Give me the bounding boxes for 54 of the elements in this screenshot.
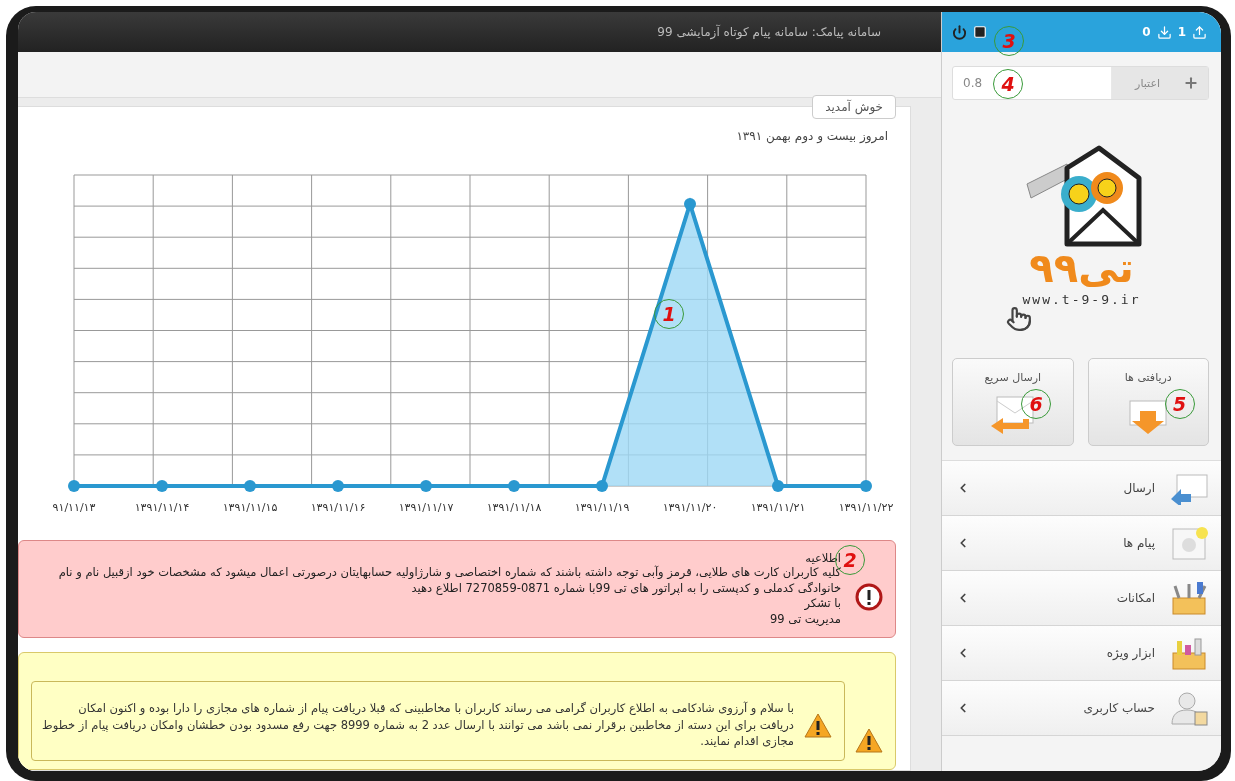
exclamation-icon xyxy=(855,583,883,611)
user-icon xyxy=(1169,690,1209,726)
counter-text: 0 xyxy=(1142,25,1151,39)
square-icon[interactable] xyxy=(973,25,987,39)
warning-icon xyxy=(855,727,883,754)
envelope-arrow-icon xyxy=(1169,471,1209,505)
data-point xyxy=(332,480,344,492)
today-date: امروز بیست و دوم بهمن ۱۳۹۱ xyxy=(735,128,889,143)
data-point xyxy=(772,480,784,492)
notice-text: با تشکر xyxy=(803,596,841,612)
axis-label: ۱۳۹۱/۱۱/۲۰ xyxy=(662,501,718,514)
axis-label: ۱۳۹۱/۱۱/۲۲ xyxy=(838,501,894,514)
menu-item[interactable]: پیام ها xyxy=(942,516,1221,571)
menu-item[interactable]: ابزار ویژه xyxy=(942,626,1221,681)
data-point xyxy=(596,480,608,492)
notice-title: اطلاعیه xyxy=(804,551,841,565)
hand-cursor-icon xyxy=(1006,306,1032,332)
toolbox-icon xyxy=(1169,580,1209,616)
axis-label: ۱۳۹۱/۱۱/۱۹ xyxy=(574,501,630,514)
download-icon[interactable] xyxy=(1156,24,1172,40)
logo-wordmark: تی۹۹ xyxy=(1029,247,1134,288)
power-icon[interactable] xyxy=(952,24,967,40)
axis-label: ۱۳۹۱/۱۱/۱۵ xyxy=(222,501,278,514)
axis-label: ۹۱/۱۱/۱۳ xyxy=(52,501,96,514)
axis-label: ۱۳۹۱/۱۱/۱۴ xyxy=(134,501,190,514)
data-point xyxy=(156,480,168,492)
axis-label: ۱۳۹۱/۱۱/۱۸ xyxy=(486,501,542,514)
data-point xyxy=(68,480,80,492)
notice-text: کلیه کاربران کارت های طلایی، قرمز وآبی توجه داشته باشند که شماره اختصاصی و شارژاولیه حسابهایتان درصورتی اعمال میشود که مشخصات خود ازقبیل نام و نام خانوادگی کدملی و کدپستی را به اپراتور های تی 99با شماره 0871-7270859 اطلاع دهید xyxy=(57,565,841,597)
toolbox-icon xyxy=(1169,635,1209,671)
axis-label: ۱۳۹۱/۱۱/۱۶ xyxy=(310,501,366,514)
menu-item[interactable]: امکانات xyxy=(942,571,1221,626)
data-point xyxy=(860,480,872,492)
credit-label: اعتبار xyxy=(1111,67,1174,99)
credit-value: 0.8 xyxy=(963,75,983,92)
website-url: www.t-9-9.ir xyxy=(1022,291,1141,307)
plus-icon xyxy=(1183,75,1199,91)
welcome-tab[interactable]: خوش آمدید xyxy=(812,95,896,119)
axis-label: ۱۳۹۱/۱۱/۱۷ xyxy=(398,501,454,514)
add-credit-button[interactable] xyxy=(1174,67,1208,99)
data-point xyxy=(420,480,432,492)
data-point xyxy=(244,480,256,492)
data-point xyxy=(508,480,520,492)
upload-icon[interactable] xyxy=(1192,24,1207,40)
axis-label: ۱۳۹۱/۱۱/۲۱ xyxy=(750,501,806,514)
menu-item[interactable]: ارسال xyxy=(942,461,1221,516)
window-title: سامانه پیامک: سامانه پیام کوتاه آزمایشی 99 xyxy=(657,25,881,39)
announcement-text: با سلام و آرزوی شادکامی به اطلاع کاربران گرامی می رساند کاربران با مخاطبینی که قبلا دریافت پیام از شماره های مجازی را دارا بوده و اکنون امکان دریافت برای این دسته از مخاطبین برقرار نمی باشد می توانند با ارسال عدد 2 به شماره 8999 جهت رفع مسدود بودن خطشان وامکان دریافت پیام از خطوط مجازی اقدام نمایند. xyxy=(42,700,794,751)
data-point xyxy=(684,198,696,210)
message-card-icon xyxy=(1169,525,1209,561)
notice-text: مدیریت تی 99 xyxy=(769,611,841,628)
counter-text: 1 xyxy=(1177,25,1186,39)
warning-icon xyxy=(804,712,832,739)
menu-item[interactable]: حساب کاربری xyxy=(942,681,1221,736)
